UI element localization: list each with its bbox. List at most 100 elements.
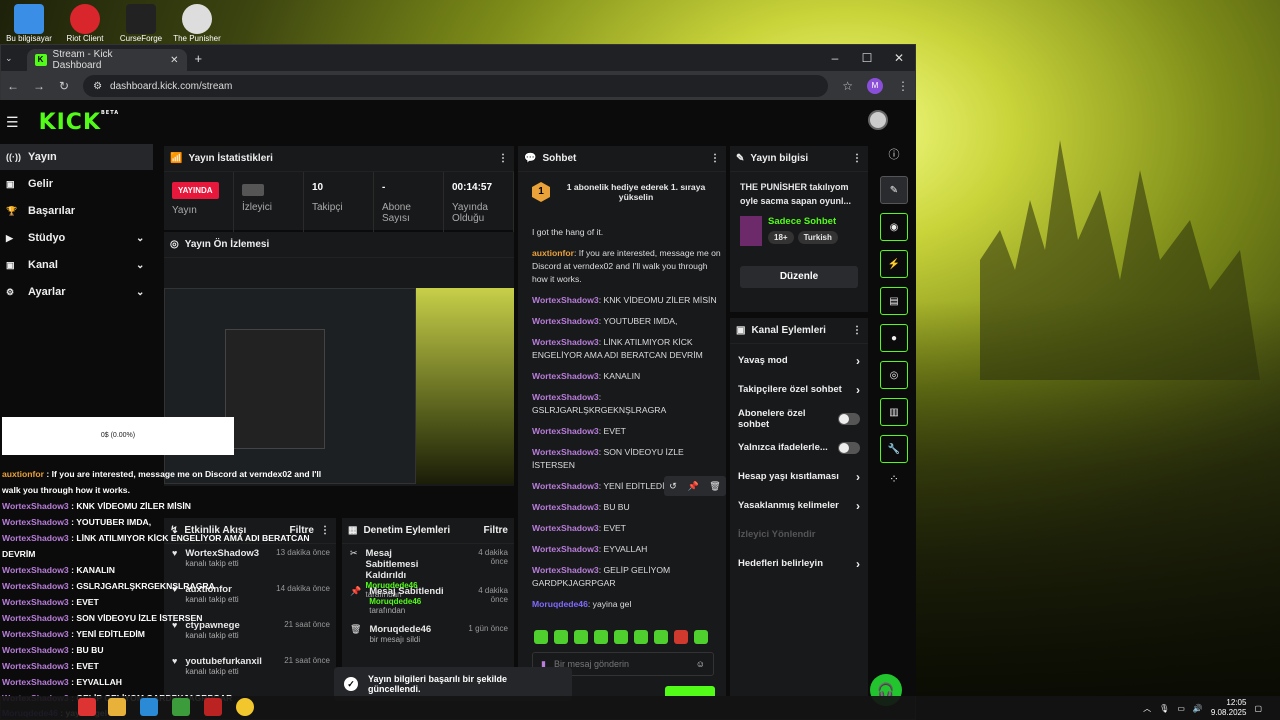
layout-tool-icon[interactable]: ▥: [880, 398, 908, 426]
toggle-switch[interactable]: [838, 441, 860, 454]
chat-username[interactable]: WortexShadow3: [532, 502, 599, 512]
tray-mic-icon[interactable]: 🎙: [1159, 704, 1169, 713]
chat-username[interactable]: WortexShadow3: [532, 316, 599, 326]
chat-username[interactable]: auxtionfor: [532, 248, 574, 258]
tab-search-icon[interactable]: ⌄: [5, 53, 13, 64]
site-info-icon[interactable]: ⚙: [93, 81, 102, 92]
new-tab-icon[interactable]: +: [195, 51, 203, 66]
category-name[interactable]: Sadece Sohbet: [768, 216, 838, 227]
mod-by-user[interactable]: bir mesajı sildi: [369, 635, 420, 644]
more-tool-icon[interactable]: ⁘: [874, 472, 914, 486]
emote-icon[interactable]: [634, 630, 648, 644]
clip-tool-icon[interactable]: ◉: [880, 213, 908, 241]
desktop-icon-punisher[interactable]: The Punisher: [172, 0, 222, 44]
channel-actions-menu-icon[interactable]: ⋮: [852, 325, 862, 336]
mod-by-user[interactable]: Moruqdede46: [369, 597, 421, 606]
chevron-down-icon[interactable]: ⌄: [136, 287, 144, 298]
channel-action-0[interactable]: Yavaş mod ›: [730, 346, 868, 375]
toggle-switch[interactable]: [838, 412, 860, 425]
delete-icon[interactable]: 🗑: [709, 481, 720, 492]
undo-icon[interactable]: ↺: [669, 481, 677, 492]
gift-leaderboard-banner[interactable]: 1 1 abonelik hediye ederek 1. sıraya yük…: [518, 172, 726, 212]
chat-username[interactable]: WortexShadow3: [532, 392, 599, 402]
chevron-down-icon[interactable]: ⌄: [136, 260, 144, 271]
channel-action-2[interactable]: Abonelere özel sohbet: [730, 404, 868, 433]
chevron-right-icon[interactable]: ›: [856, 557, 860, 571]
kick-logo[interactable]: KICKBETA: [39, 110, 120, 135]
viewer-hidden-icon[interactable]: [242, 184, 264, 196]
emote-icon[interactable]: [614, 630, 628, 644]
info-icon[interactable]: ⓘ: [874, 146, 914, 162]
browser-menu-icon[interactable]: ⋮: [897, 79, 909, 93]
moderation-filter-button[interactable]: Filtre: [484, 525, 508, 536]
channel-action-3[interactable]: Yalnızca ifadelerle...: [730, 433, 868, 462]
chat-menu-icon[interactable]: ⋮: [710, 153, 720, 164]
lightning-tool-icon[interactable]: ⚡: [880, 250, 908, 278]
taskbar-store-icon[interactable]: [140, 698, 158, 716]
channel-action-5[interactable]: Yasaklanmış kelimeler ›: [730, 491, 868, 520]
forward-icon[interactable]: →: [33, 79, 45, 93]
chat-username[interactable]: WortexShadow3: [532, 523, 599, 533]
stats-menu-icon[interactable]: ⋮: [498, 153, 508, 164]
minimize-icon[interactable]: –: [819, 45, 851, 71]
tag-chip[interactable]: Turkish: [797, 231, 838, 244]
sidebar-item-1[interactable]: ▣ Gelir: [0, 171, 160, 197]
emote-icon[interactable]: [574, 630, 588, 644]
sidebar-item-4[interactable]: ▣ Kanal ⌄: [0, 252, 160, 278]
desktop-icon-curseforge[interactable]: CurseForge: [116, 0, 166, 44]
tray-chevron-icon[interactable]: ︿: [1143, 703, 1151, 714]
broadcast-tool-icon[interactable]: ◎: [880, 361, 908, 389]
chat-username[interactable]: WortexShadow3: [532, 544, 599, 554]
chat-username[interactable]: WortexShadow3: [532, 481, 599, 491]
chevron-right-icon[interactable]: ›: [856, 383, 860, 397]
emote-icon[interactable]: [654, 630, 668, 644]
emote-icon[interactable]: [594, 630, 608, 644]
taskbar-minecraft-icon[interactable]: [172, 698, 190, 716]
channel-action-7[interactable]: Hedefleri belirleyin ›: [730, 549, 868, 578]
emote-icon[interactable]: [534, 630, 548, 644]
taskbar-app-icon[interactable]: [78, 698, 96, 716]
emoji-picker-icon[interactable]: ☺: [696, 659, 705, 669]
sidebar-item-2[interactable]: 🏆 Başarılar: [0, 198, 160, 224]
chevron-down-icon[interactable]: ⌄: [136, 233, 144, 244]
edit-button[interactable]: Düzenle: [740, 266, 858, 288]
taskbar-chrome-icon[interactable]: [236, 698, 254, 716]
stream-info-menu-icon[interactable]: ⋮: [852, 153, 862, 164]
sidebar-item-0[interactable]: ((·)) Yayın: [0, 144, 153, 170]
hamburger-menu-icon[interactable]: ☰: [6, 114, 19, 131]
chevron-right-icon[interactable]: ›: [856, 499, 860, 513]
back-icon[interactable]: ←: [7, 79, 19, 93]
channel-action-4[interactable]: Hesap yaşı kısıtlaması ›: [730, 462, 868, 491]
wrench-tool-icon[interactable]: 🔧: [880, 435, 908, 463]
browser-profile-avatar[interactable]: M: [867, 78, 883, 94]
emote-icon[interactable]: [694, 630, 708, 644]
sidebar-item-5[interactable]: ⚙ Ayarlar ⌄: [0, 279, 160, 305]
edit-tool-icon[interactable]: ✎: [880, 176, 908, 204]
chat-username[interactable]: WortexShadow3: [532, 371, 599, 381]
tray-network-icon[interactable]: ▭: [1177, 704, 1185, 713]
emote-icon[interactable]: [554, 630, 568, 644]
chat-tool-icon[interactable]: ●: [880, 324, 908, 352]
send-button[interactable]: [665, 686, 715, 696]
channel-action-1[interactable]: Takipçilere özel sohbet ›: [730, 375, 868, 404]
close-window-icon[interactable]: ✕: [883, 45, 915, 71]
url-field[interactable]: ⚙ dashboard.kick.com/stream: [83, 75, 829, 97]
chat-username[interactable]: WortexShadow3: [532, 565, 599, 575]
clock[interactable]: 12:05 9.08.2025: [1211, 698, 1247, 718]
chat-username[interactable]: Moruqdede46: [532, 599, 588, 609]
pin-icon[interactable]: 📌: [687, 481, 698, 492]
browser-tab[interactable]: K Stream - Kick Dashboard ✕: [26, 49, 187, 71]
maximize-icon[interactable]: ☐: [851, 45, 883, 71]
user-avatar[interactable]: [868, 110, 888, 130]
chat-username[interactable]: WortexShadow3: [532, 447, 599, 457]
emote-icon[interactable]: [674, 630, 688, 644]
desktop-icon-this-pc[interactable]: Bu bilgisayar: [4, 0, 54, 44]
chevron-right-icon[interactable]: ›: [856, 470, 860, 484]
bookmark-star-icon[interactable]: ☆: [842, 79, 853, 93]
chevron-right-icon[interactable]: ›: [856, 354, 860, 368]
tag-chip[interactable]: 18+: [768, 231, 794, 244]
chat-username[interactable]: WortexShadow3: [532, 426, 599, 436]
chat-username[interactable]: WortexShadow3: [532, 295, 599, 305]
tray-volume-icon[interactable]: 🔊: [1193, 704, 1203, 713]
chat-username[interactable]: WortexShadow3: [532, 337, 599, 347]
